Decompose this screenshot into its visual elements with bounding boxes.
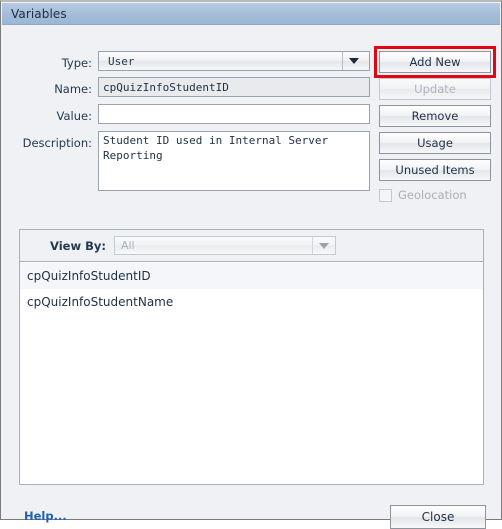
usage-button[interactable]: Usage xyxy=(379,132,491,154)
type-dropdown[interactable]: User xyxy=(98,51,370,71)
variables-list[interactable]: cpQuizInfoStudentID cpQuizInfoStudentNam… xyxy=(20,263,483,484)
view-by-dropdown-value: All xyxy=(120,239,135,252)
type-label: Type: xyxy=(61,56,92,70)
view-by-dropdown[interactable]: All xyxy=(113,236,336,255)
remove-button[interactable]: Remove xyxy=(379,105,491,127)
value-label: Value: xyxy=(56,109,92,123)
update-button: Update xyxy=(379,78,491,100)
dialog-body: Type: Name: Value: Description: User Stu… xyxy=(2,26,500,529)
value-input[interactable] xyxy=(98,104,370,124)
variables-dialog: Variables Type: Name: Value: Description… xyxy=(0,0,502,529)
geolocation-row: Geolocation xyxy=(379,186,499,204)
dialog-title: Variables xyxy=(11,7,67,21)
variables-list-panel: View By: All cpQuizInfoStudentID cpQuizI… xyxy=(19,229,484,485)
name-input[interactable] xyxy=(98,77,370,97)
chevron-down-icon xyxy=(342,52,365,70)
name-label: Name: xyxy=(54,82,92,96)
geolocation-checkbox xyxy=(379,188,392,202)
list-item[interactable]: cpQuizInfoStudentName xyxy=(20,289,483,315)
view-by-bar: View By: All xyxy=(20,230,483,262)
type-dropdown-value: User xyxy=(108,54,135,68)
description-input[interactable]: Student ID used in Internal Server Repor… xyxy=(98,131,370,191)
help-link[interactable]: Help... xyxy=(24,509,67,523)
dialog-titlebar: Variables xyxy=(2,3,500,25)
description-label: Description: xyxy=(22,136,92,150)
list-item[interactable]: cpQuizInfoStudentID xyxy=(20,263,483,289)
geolocation-label: Geolocation xyxy=(398,188,467,202)
chevron-down-icon xyxy=(311,237,335,254)
close-button[interactable]: Close xyxy=(390,505,486,529)
view-by-label: View By: xyxy=(50,238,106,253)
add-new-button[interactable]: Add New xyxy=(379,51,491,73)
unused-items-button[interactable]: Unused Items xyxy=(379,159,491,181)
